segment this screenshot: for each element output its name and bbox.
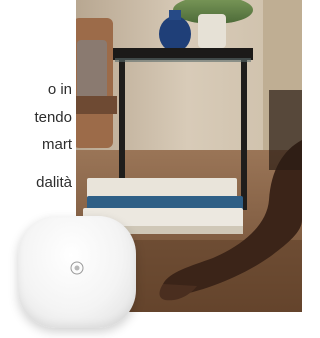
promo-text-line-3: mart bbox=[42, 136, 72, 153]
promo-text-line-4: dalità bbox=[36, 174, 72, 191]
smart-hub-device bbox=[18, 216, 136, 328]
promo-text-line-2: tendo bbox=[34, 109, 72, 126]
smart-hub-icon bbox=[70, 261, 84, 275]
promo-text-line-1: o in bbox=[47, 81, 72, 98]
